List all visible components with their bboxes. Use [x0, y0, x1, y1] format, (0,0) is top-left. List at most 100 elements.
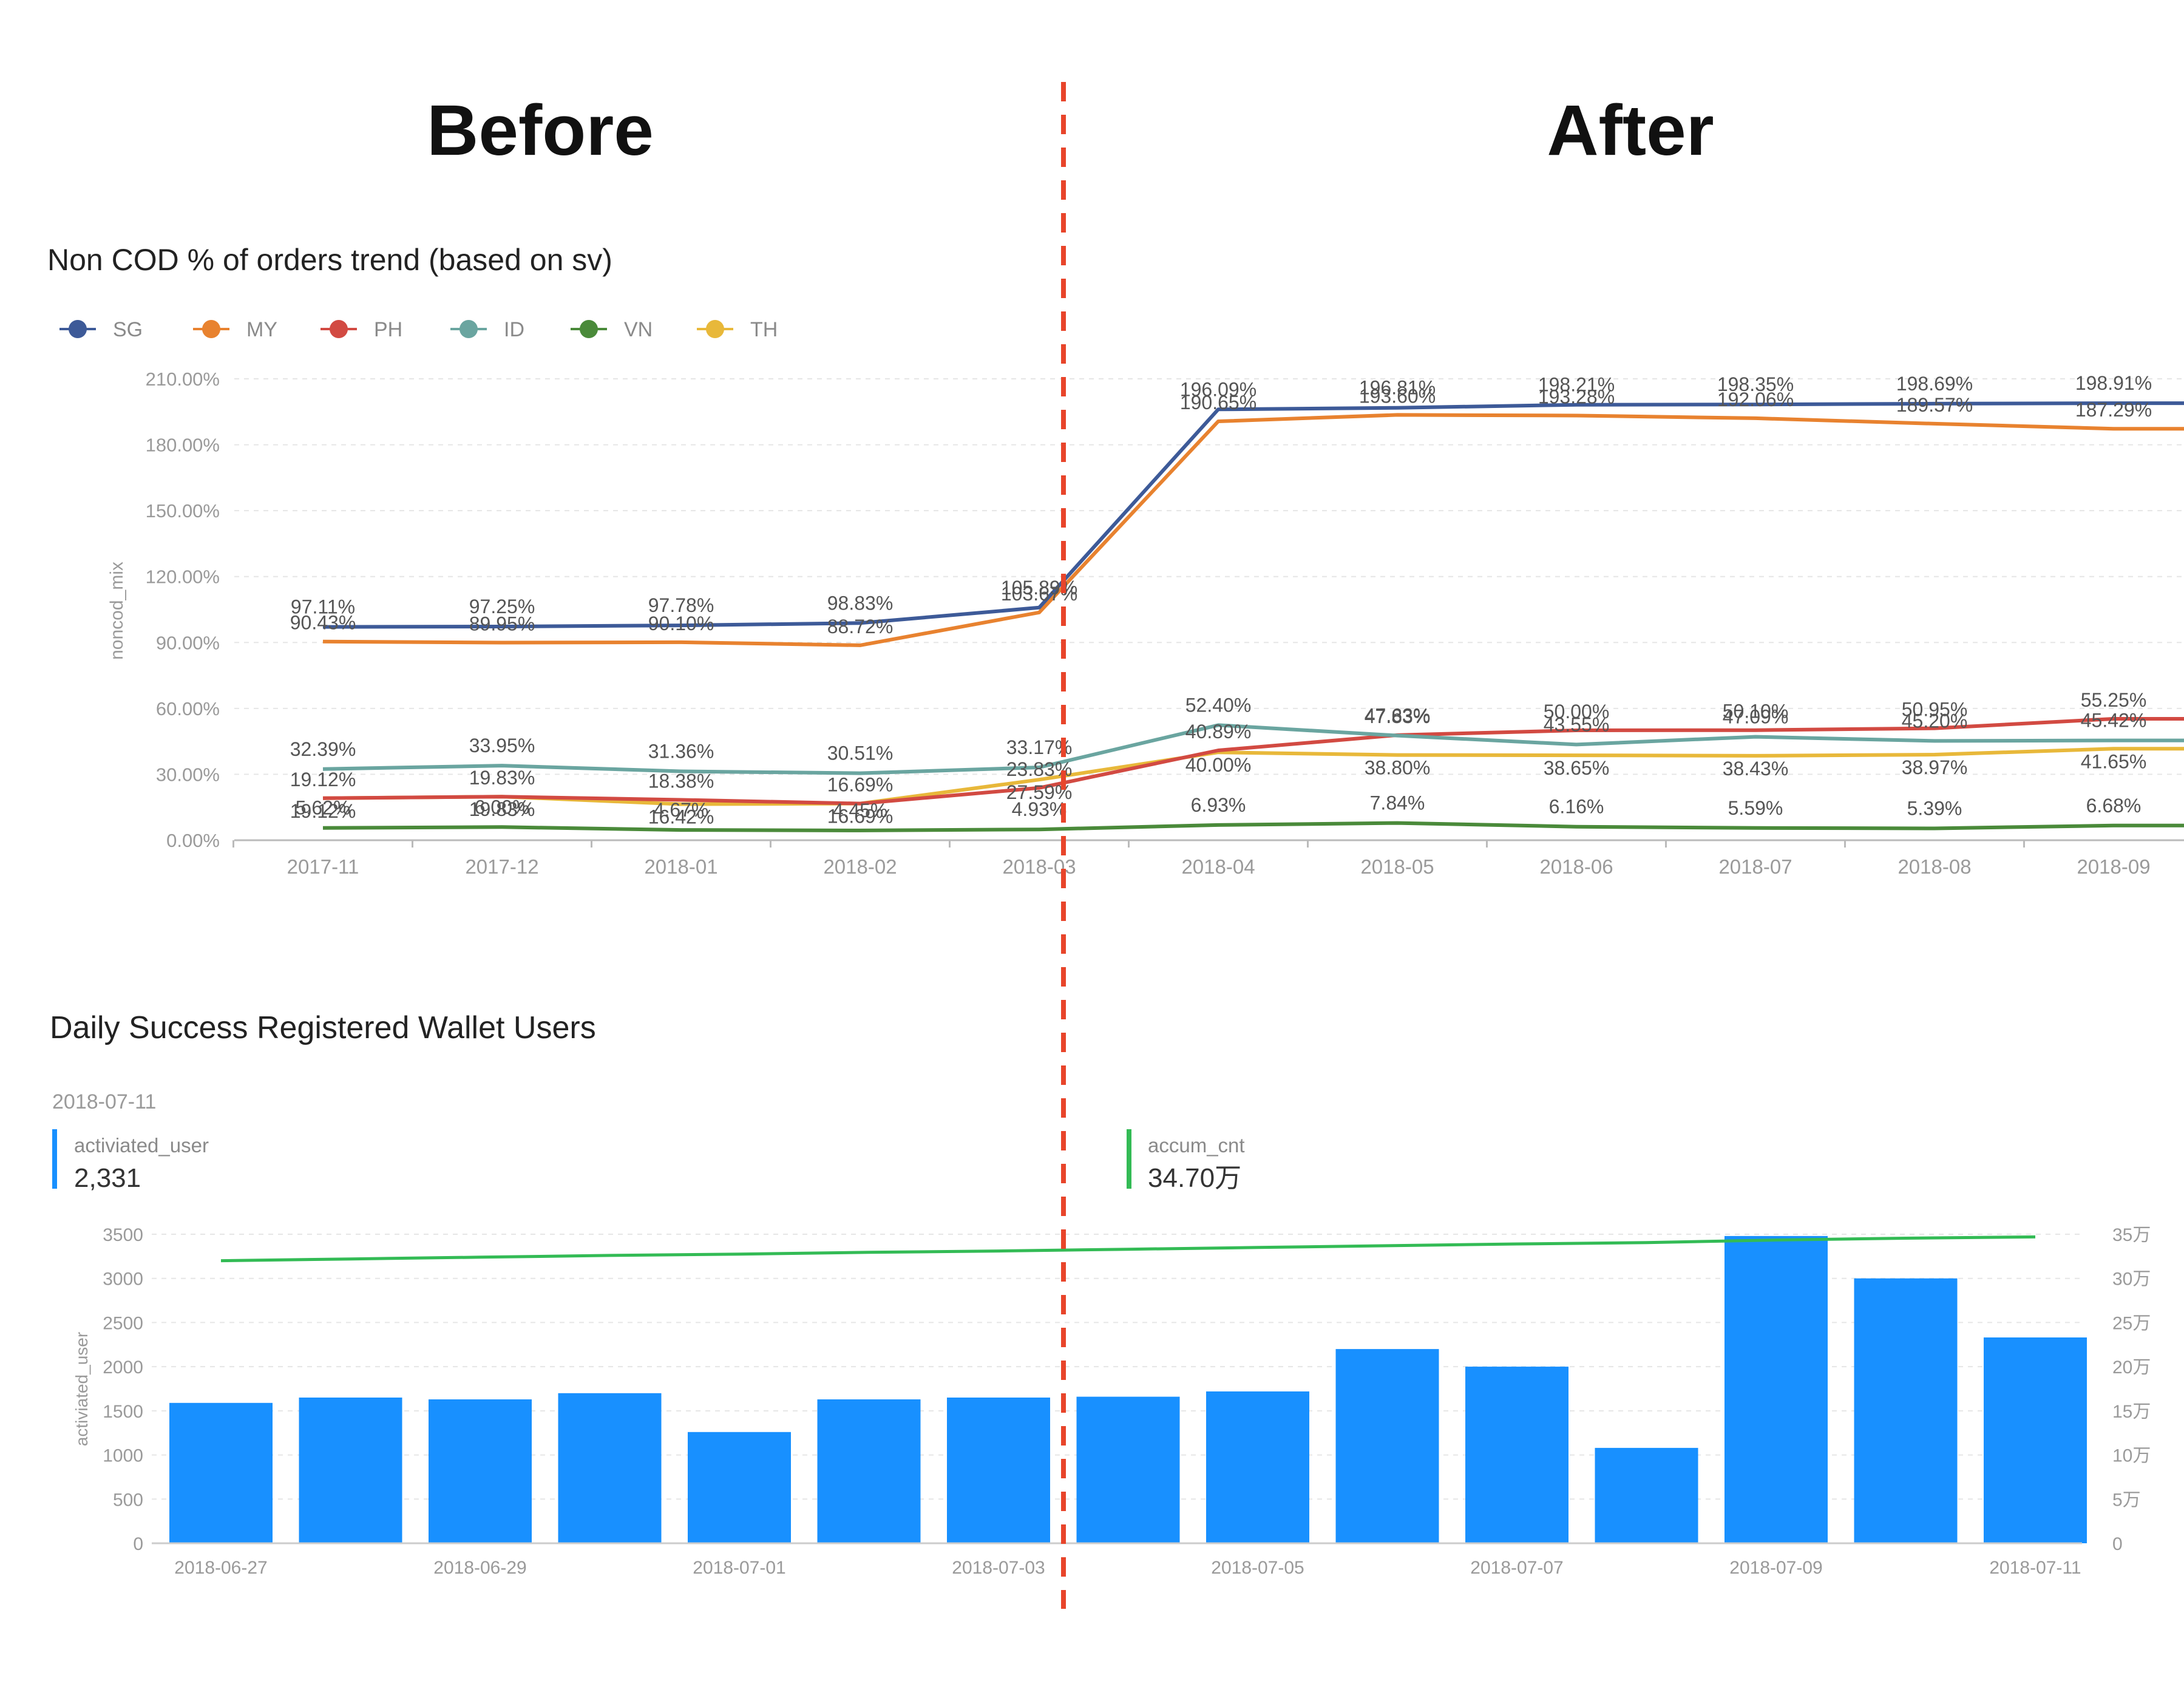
legend-dot-icon	[202, 320, 220, 338]
line-chart-x-tick: 2018-01	[644, 855, 717, 878]
bar-chart-y2-tick: 0	[2112, 1534, 2123, 1554]
bar-activiated-user[interactable]	[169, 1402, 273, 1543]
line-chart-x-axis: 2017-11 2017-12 2018-01 2018-02 2018-03 2018-…	[232, 839, 2184, 878]
bar-chart-x-tick: 2018-07-07	[1470, 1558, 1563, 1578]
bar-activiated-user[interactable]	[1984, 1337, 2087, 1543]
legend-item-vn[interactable]: VN	[571, 318, 653, 341]
legend-dot-icon	[706, 320, 724, 338]
data-label-id: 30.51%	[827, 742, 894, 764]
data-label-ph: 19.12%	[290, 769, 356, 790]
bar-chart-x-tick: 2018-07-05	[1211, 1558, 1304, 1578]
data-label-th: 41.65%	[2081, 750, 2147, 772]
bar-activiated-user[interactable]	[558, 1393, 662, 1543]
bar-chart-y-tick: 1500	[103, 1402, 143, 1422]
bar-chart-x-tick: 2018-07-11	[1989, 1558, 2081, 1578]
data-label-my: 89.95%	[469, 613, 535, 635]
line-chart-x-tick: 2018-07	[1718, 855, 1792, 878]
legend-item-th[interactable]: TH	[697, 318, 778, 341]
bar-activiated-user[interactable]	[1206, 1391, 1309, 1543]
line-chart-x-tick: 2018-06	[1539, 855, 1613, 878]
data-label-th: 38.65%	[1544, 757, 1610, 779]
bar-chart-y2-tick: 10万	[2112, 1446, 2151, 1466]
data-label-sg: 98.83%	[827, 592, 894, 614]
bar-activiated-user[interactable]	[299, 1398, 402, 1543]
data-label-th: 38.43%	[1723, 758, 1789, 780]
legend-label: MY	[246, 318, 277, 341]
data-label-my: 187.29%	[2075, 399, 2152, 421]
data-label-id: 43.55%	[1544, 713, 1610, 735]
bar-activiated-user[interactable]	[688, 1432, 791, 1543]
data-label-th: 16.42%	[648, 806, 714, 828]
data-label-th: 16.69%	[827, 806, 894, 827]
kpi-activiated-user-value: 2,331	[74, 1163, 141, 1193]
series-line-sg[interactable]	[322, 401, 2184, 629]
legend-label: TH	[750, 318, 778, 341]
data-label-ph: 18.38%	[648, 770, 714, 792]
legend-label: PH	[374, 318, 402, 341]
line-chart-x-tick: 2018-02	[823, 855, 897, 878]
kpi-accum-cnt-marker	[1127, 1129, 1131, 1189]
legend-item-my[interactable]: MY	[193, 318, 277, 341]
bar-activiated-user[interactable]	[1465, 1367, 1568, 1543]
line-chart-y-tick: 120.00%	[146, 566, 220, 588]
bar-chart-bars	[169, 1235, 2087, 1543]
line-chart-x-tick: 2018-08	[1897, 855, 1971, 878]
legend-item-ph[interactable]: PH	[320, 318, 402, 341]
data-label-sg: 198.69%	[1896, 373, 1973, 395]
bar-chart-x-tick: 2018-07-09	[1729, 1558, 1822, 1578]
legend-label: ID	[504, 318, 524, 341]
legend-label: SG	[113, 318, 143, 341]
data-label-my: 189.57%	[1896, 394, 1973, 416]
data-label-my: 192.06%	[1717, 389, 1794, 410]
line-chart-y-axis-label: noncod_mix	[107, 562, 127, 660]
series-line-vn[interactable]	[322, 821, 2184, 832]
data-label-vn: 6.93%	[1191, 794, 1246, 816]
data-label-id: 31.36%	[648, 741, 714, 763]
data-label-vn: 6.16%	[1549, 796, 1604, 818]
bar-activiated-user[interactable]	[1076, 1396, 1180, 1543]
kpi-activiated-user-marker	[52, 1129, 57, 1189]
data-label-vn: 5.59%	[1728, 797, 1783, 819]
bar-activiated-user[interactable]	[429, 1399, 532, 1543]
bar-chart-y2-tick: 30万	[2112, 1269, 2151, 1289]
bar-chart-y-tick: 1000	[103, 1446, 143, 1466]
bar-activiated-user[interactable]	[1335, 1349, 1439, 1543]
data-label-ph: 40.89%	[1185, 721, 1252, 742]
data-label-ph: 55.25%	[2081, 689, 2147, 711]
bar-chart-x-axis: 2018-06-27 2018-06-29 2018-07-01 2018-07-03…	[152, 1542, 2082, 1578]
line-chart-grid: 0.00% 30.00% 60.00% 90.00% 120.00% 150.00% 180…	[146, 369, 2184, 851]
bar-activiated-user[interactable]	[817, 1399, 921, 1543]
bar-chart-y-tick: 2000	[103, 1357, 143, 1378]
bar-chart: Daily Success Registered Wallet Users 20…	[50, 1010, 2151, 1578]
bar-activiated-user[interactable]	[947, 1398, 1050, 1543]
data-label-th: 40.00%	[1185, 754, 1252, 776]
bar-chart-y2-tick: 20万	[2112, 1357, 2151, 1378]
legend-item-id[interactable]: ID	[450, 318, 524, 341]
bar-chart-x-tick: 2018-07-01	[693, 1558, 785, 1578]
data-label-ph: 19.83%	[469, 767, 535, 789]
bar-chart-date-label: 2018-07-11	[52, 1090, 156, 1113]
legend-item-sg[interactable]: SG	[59, 318, 143, 341]
data-label-my: 193.60%	[1359, 385, 1436, 407]
kpi-accum-cnt-value: 34.70万	[1148, 1163, 1241, 1193]
data-label-ph: 16.69%	[827, 774, 894, 796]
line-chart-y-tick: 60.00%	[156, 698, 220, 719]
data-label-my: 90.10%	[648, 613, 714, 634]
bar-activiated-user[interactable]	[1854, 1278, 1958, 1543]
line-chart-x-tick: 2017-11	[287, 855, 359, 878]
data-label-id: 47.63%	[1365, 705, 1431, 727]
bar-activiated-user[interactable]	[1724, 1235, 1828, 1543]
series-line-my[interactable]	[322, 413, 2184, 647]
bar-chart-y2-tick: 5万	[2112, 1490, 2141, 1510]
kpi-accum-cnt-label: accum_cnt	[1148, 1134, 1245, 1157]
bar-activiated-user[interactable]	[1595, 1447, 1698, 1543]
data-label-id: 45.42%	[2081, 710, 2147, 732]
heading-after: After	[1547, 90, 1714, 171]
line-chart-y-tick: 150.00%	[146, 500, 220, 522]
line-chart-y-tick: 0.00%	[166, 830, 220, 851]
data-label-vn: 7.84%	[1370, 792, 1425, 814]
data-label-vn: 5.39%	[1907, 798, 1962, 820]
data-label-my: 90.43%	[290, 612, 356, 634]
legend-label: VN	[624, 318, 653, 341]
line-chart-y-tick: 210.00%	[146, 369, 220, 390]
